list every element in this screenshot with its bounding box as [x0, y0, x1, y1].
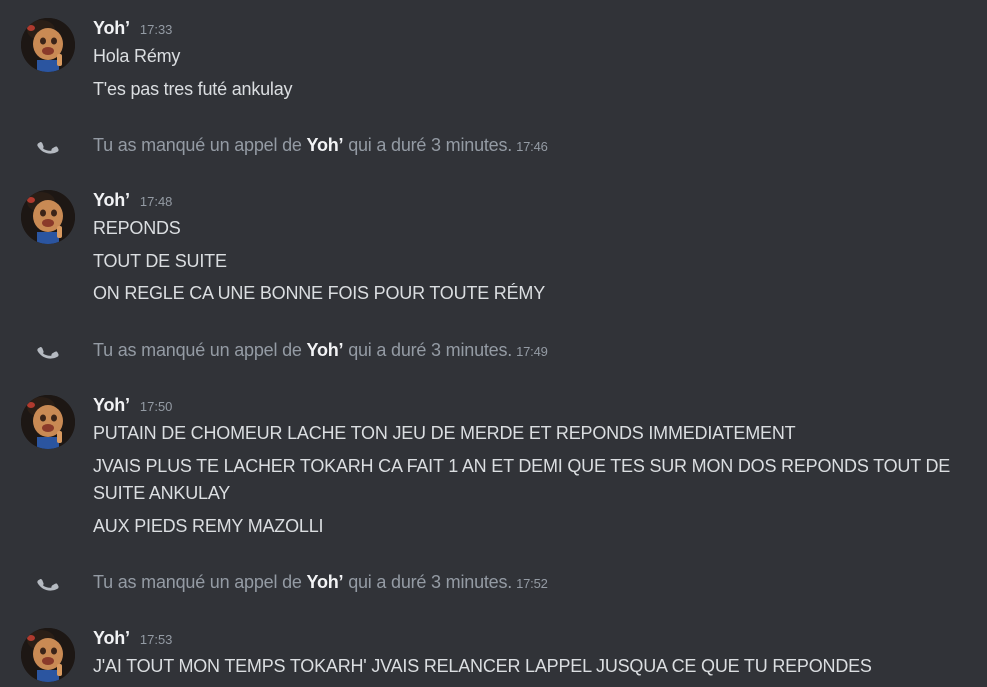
- message-group: Yoh’ 17:48 REPONDS TOUT DE SUITE ON REGLE…: [0, 187, 987, 307]
- message-group: Yoh’ 17:50 PUTAIN DE CHOMEUR LACHE TON JE…: [0, 392, 987, 542]
- message-header: Yoh’ 17:33: [93, 18, 172, 40]
- message-header: Yoh’ 17:53: [93, 628, 172, 650]
- message-group: Yoh’ 17:53 J'AI TOUT MON TEMPS TOKARH' JV…: [0, 625, 987, 687]
- timestamp: 17:52: [516, 576, 548, 591]
- message-text: J'AI TOUT MON TEMPS TOKARH' JVAIS RELANC…: [93, 656, 872, 676]
- message-text: AUX PIEDS REMY MAZOLLI: [93, 516, 324, 536]
- message-text: SUITE ANKULAY: [93, 483, 231, 503]
- missed-call-suffix: qui a duré 3 minutes.: [348, 572, 513, 592]
- message-text: JVAIS PLUS TE LACHER TOKARH CA FAIT 1 AN…: [93, 456, 951, 476]
- avatar[interactable]: [21, 18, 75, 72]
- timestamp: 17:50: [139, 399, 173, 414]
- user-avatar-icon: [21, 628, 75, 682]
- avatar[interactable]: [21, 628, 75, 682]
- message-text: PUTAIN DE CHOMEUR LACHE TON JEU DE MERDE…: [93, 423, 796, 443]
- message-text: REPONDS: [93, 218, 181, 238]
- missed-call-suffix: qui a duré 3 minutes.: [348, 135, 513, 155]
- timestamp: 17:48: [139, 194, 173, 209]
- missed-call-text: Tu as manqué un appel de Yoh’ qui a duré…: [93, 132, 548, 160]
- timestamp: 17:49: [516, 344, 548, 359]
- message-text: T'es pas tres futé ankulay: [93, 79, 293, 99]
- timestamp: 17:33: [139, 22, 173, 37]
- message-header: Yoh’ 17:50: [93, 395, 172, 417]
- phone-icon: [37, 347, 59, 359]
- user-avatar-icon: [21, 18, 75, 72]
- message-list[interactable]: Yoh’ 17:33 Hola Rémy T'es pas tres futé a…: [0, 0, 987, 687]
- message-header: Yoh’ 17:48: [93, 190, 172, 212]
- missed-call-notice: Tu as manqué un appel de Yoh’ qui a duré…: [0, 569, 987, 597]
- author-name[interactable]: Yoh’: [93, 190, 130, 210]
- missed-call-prefix: Tu as manqué un appel de: [93, 135, 302, 155]
- timestamp: 17:46: [516, 139, 548, 154]
- caller-name[interactable]: Yoh’: [307, 340, 344, 360]
- author-name[interactable]: Yoh’: [93, 628, 130, 648]
- missed-call-prefix: Tu as manqué un appel de: [93, 572, 302, 592]
- author-name[interactable]: Yoh’: [93, 18, 130, 38]
- missed-call-notice: Tu as manqué un appel de Yoh’ qui a duré…: [0, 337, 987, 365]
- missed-call-text: Tu as manqué un appel de Yoh’ qui a duré…: [93, 337, 548, 365]
- message-group: Yoh’ 17:33 Hola Rémy T'es pas tres futé a…: [0, 15, 987, 105]
- caller-name[interactable]: Yoh’: [307, 135, 344, 155]
- missed-call-notice: Tu as manqué un appel de Yoh’ qui a duré…: [0, 132, 987, 160]
- user-avatar-icon: [21, 395, 75, 449]
- missed-call-text: Tu as manqué un appel de Yoh’ qui a duré…: [93, 569, 548, 597]
- timestamp: 17:53: [139, 632, 173, 647]
- avatar[interactable]: [21, 190, 75, 244]
- missed-call-suffix: qui a duré 3 minutes.: [348, 340, 513, 360]
- user-avatar-icon: [21, 190, 75, 244]
- avatar[interactable]: [21, 395, 75, 449]
- missed-call-prefix: Tu as manqué un appel de: [93, 340, 302, 360]
- phone-icon: [37, 142, 59, 154]
- caller-name[interactable]: Yoh’: [307, 572, 344, 592]
- message-text: TOUT DE SUITE: [93, 251, 227, 271]
- message-text: ON REGLE CA UNE BONNE FOIS POUR TOUTE RÉ…: [93, 283, 546, 303]
- author-name[interactable]: Yoh’: [93, 395, 130, 415]
- phone-icon: [37, 579, 59, 591]
- message-text: Hola Rémy: [93, 46, 181, 66]
